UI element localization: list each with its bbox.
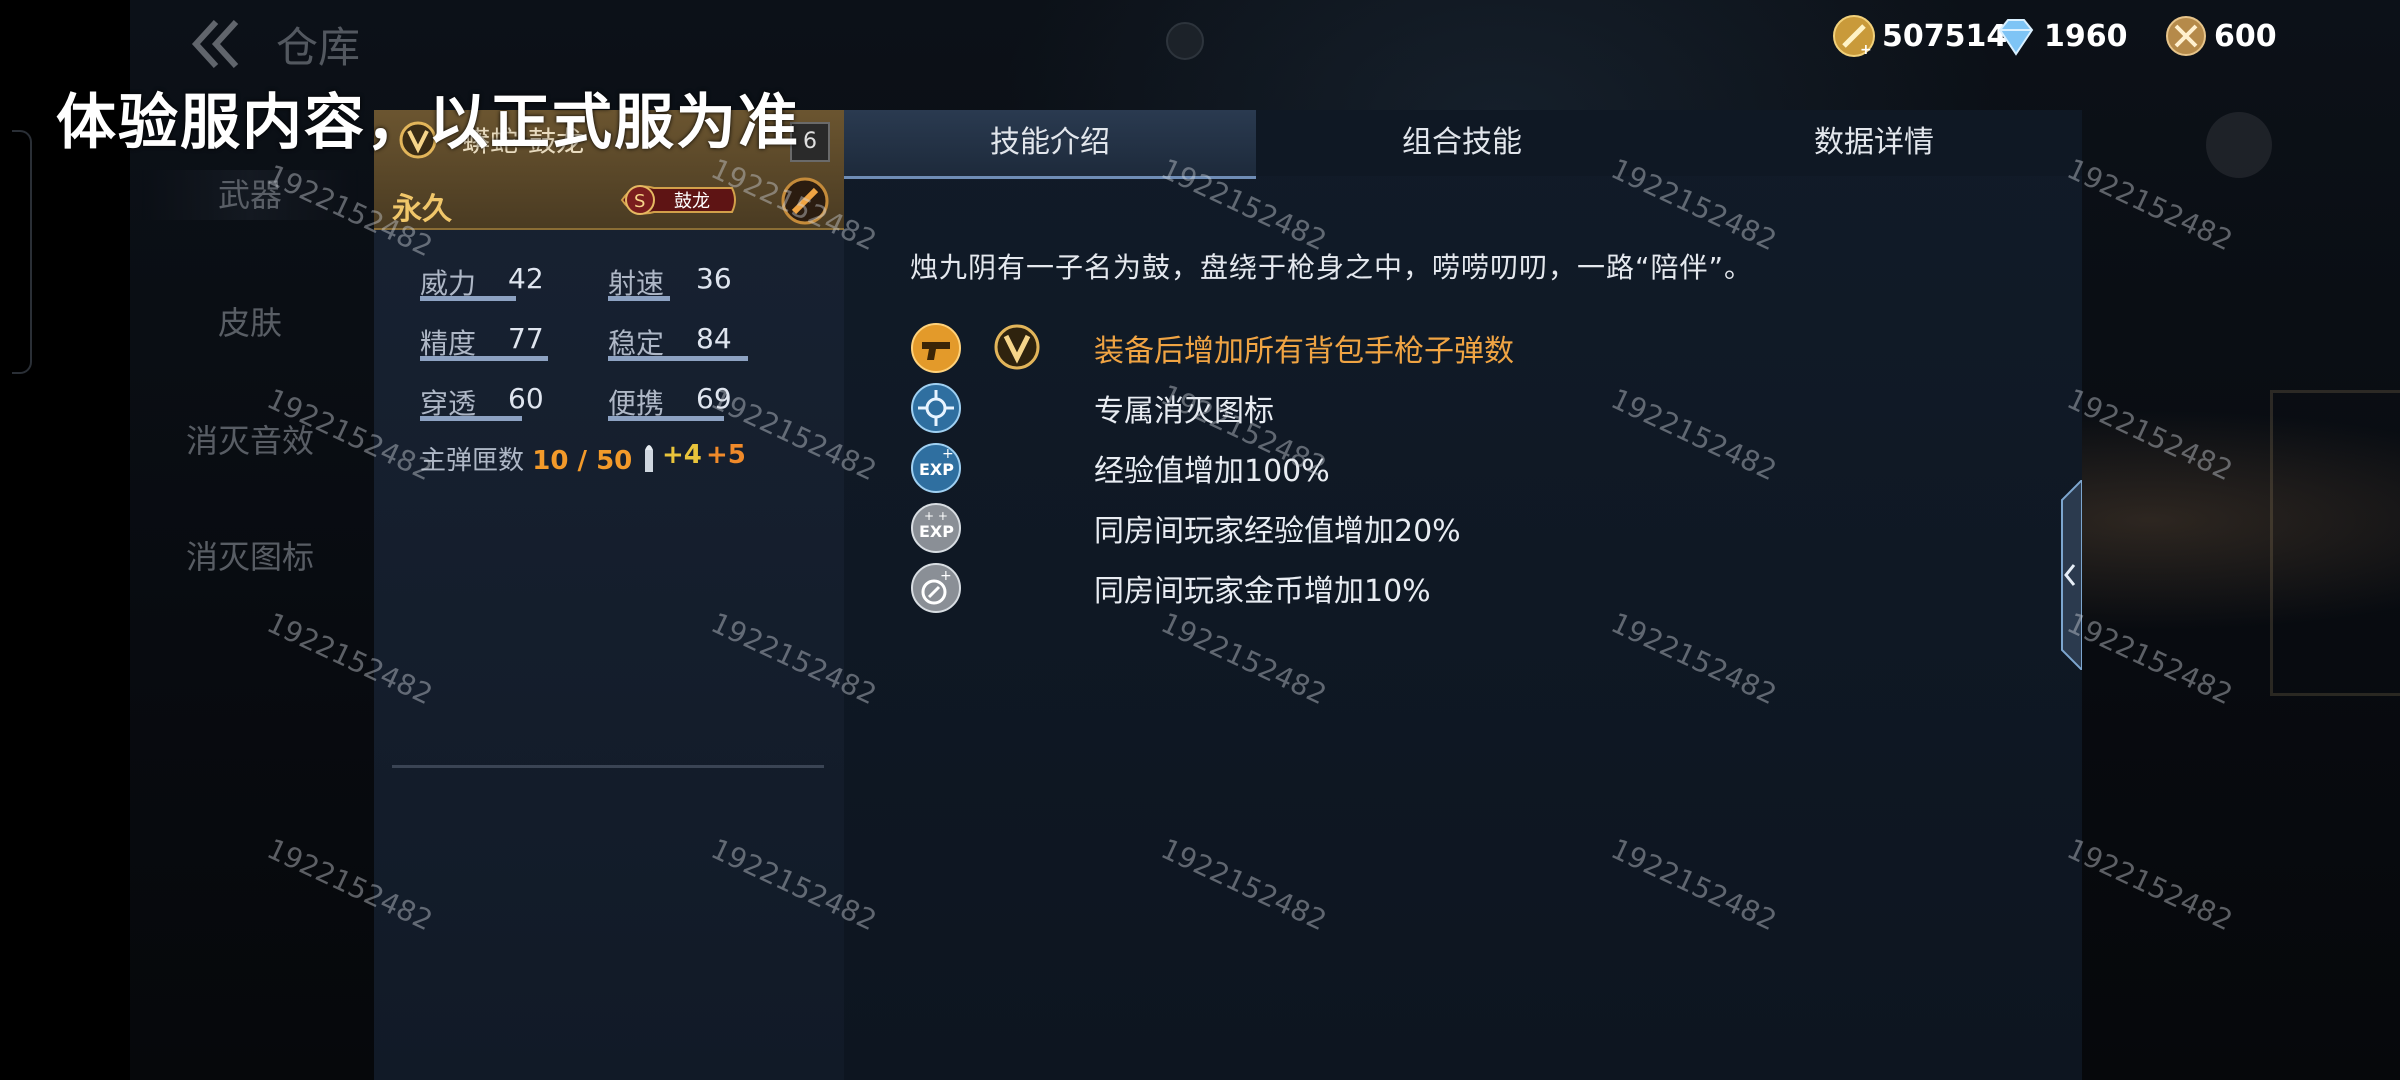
v-rank-icon [994, 324, 1040, 370]
ammo-value: 10 / 50 [532, 446, 633, 476]
tab-bar: 技能介绍 组合技能 数据详情 [844, 110, 2082, 179]
notification-dot[interactable] [1166, 22, 1204, 60]
svg-text:S: S [634, 191, 645, 212]
svg-text:+: + [942, 446, 954, 462]
panel-divider [392, 765, 824, 768]
bullet-icon [645, 445, 653, 472]
weapon-description: 烛九阴有一子名为鼓，盘绕于枪身之中，唠唠叨叨，一路“陪伴”。 [910, 251, 1754, 284]
skin-label: 鼓龙 [674, 191, 710, 212]
pistol-icon [911, 323, 961, 373]
exp-plus-icon: EXP + [911, 443, 961, 493]
diamond-icon [1998, 19, 2034, 56]
menu-circle-button[interactable] [2206, 112, 2272, 178]
stat-bar-penetration [420, 416, 522, 421]
skill-text: 同房间玩家经验值增加20% [1094, 514, 1461, 549]
skill-text: 装备后增加所有背包手枪子弹数 [1094, 334, 1514, 369]
page-title: 仓库 [276, 23, 361, 72]
side-edge-frame [12, 130, 32, 374]
currency-diamond[interactable]: 1960 [1994, 14, 2128, 58]
weapon-info-panel: 蟒蛇-鼓龙 6 永久 S 鼓龙 威力 42 射速 36 精度 77 稳定 84 … [374, 110, 846, 1080]
background-target-board [2270, 390, 2400, 696]
skill-text: 同房间玩家金币增加10% [1094, 574, 1431, 609]
ammo-bonus-2: +5 [706, 440, 746, 470]
ammo-info: 主弹匣数 10 / 50 [420, 440, 632, 477]
room-exp-icon: EXP + + [911, 503, 961, 553]
svg-text:+: + [1860, 42, 1872, 58]
back-button[interactable] [190, 18, 250, 70]
diamond-amount: 1960 [2044, 18, 2128, 54]
stat-value: 36 [696, 262, 732, 295]
stat-value: 77 [508, 322, 544, 355]
crossed-swords-coin-icon [2166, 16, 2206, 56]
currency-badge[interactable]: 600 [2164, 14, 2277, 58]
stat-value: 60 [508, 382, 544, 415]
gold-coin-icon: + [1833, 15, 1875, 58]
kill-icon-emblem [911, 383, 961, 433]
room-coin-icon: + [911, 563, 961, 613]
badge-amount: 600 [2214, 18, 2277, 54]
gold-amount: 507514 [1882, 18, 2008, 54]
svg-text:+: + [940, 568, 952, 584]
stat-bar-rate [608, 296, 670, 301]
svg-text:+ +: + + [924, 509, 948, 523]
svg-text:EXP: EXP [919, 460, 954, 479]
category-kill-icon[interactable]: 消灭图标 [140, 532, 360, 578]
stat-bar-portability [608, 416, 724, 421]
stat-bar-power [420, 296, 516, 301]
svg-text:EXP: EXP [919, 522, 954, 541]
tab-combo-skill[interactable]: 组合技能 [1256, 110, 1668, 176]
tab-data-details[interactable]: 数据详情 [1668, 110, 2080, 176]
chevron-left-icon [191, 19, 239, 69]
stat-bar-accuracy [420, 356, 548, 361]
ammo-bonus-1: +4 [662, 440, 702, 470]
skill-detail-panel: 技能介绍 组合技能 数据详情 烛九阴有一子名为鼓，盘绕于枪身之中，唠唠叨叨，一路… [844, 110, 2082, 1080]
category-skin[interactable]: 皮肤 [140, 298, 360, 344]
currency-gold[interactable]: + 507514 [1832, 14, 2007, 58]
test-server-notice: 体验服内容，以正式服为准 [56, 88, 800, 158]
stat-value: 42 [508, 262, 544, 295]
stat-bar-stability [608, 356, 748, 361]
stat-value: 84 [696, 322, 732, 355]
